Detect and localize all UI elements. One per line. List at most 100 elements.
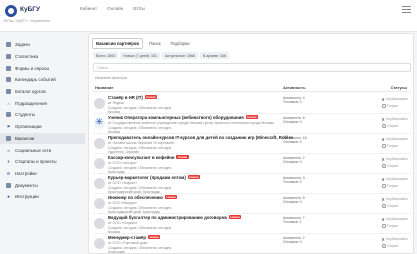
company-name[interactable]: ит ООО «Торговый дом» (108, 241, 148, 245)
vacancy-dates: Создано: сегодня, Обновлено: сегодня (108, 125, 172, 130)
status-open[interactable]: Открыт (382, 183, 408, 190)
sidebar-item-catalog[interactable]: Каталог курсов (0, 86, 85, 98)
company-name[interactable]: ит Онлайн-школа Skysmart «Стартовый» (108, 141, 175, 145)
table-row[interactable]: Преподаватель онлайн-курсов IT-курсов дл… (93, 134, 411, 154)
vacancy-title[interactable]: Ученик Оператора компьютерных (вебинатно… (108, 115, 258, 120)
university-logo-icon[interactable] (5, 5, 17, 17)
table-row[interactable]: Менеджер-стажёр Новая ит ООО «Торговый дом… (93, 234, 411, 254)
sidebar-item-organizations[interactable]: ⚑ Организации (0, 121, 85, 133)
sidebar-item-stats[interactable]: Статистика (0, 51, 85, 63)
chip-archive[interactable]: В архиве: 346 (199, 52, 229, 59)
students-icon (6, 112, 11, 118)
vacancy-title[interactable]: Ведущий бухгалтер по администрированию д… (108, 215, 242, 220)
sidebar-item-documents[interactable]: Документы (0, 179, 85, 191)
activity-cell: Активность: 3 Откликов: 0 (283, 176, 305, 185)
status-cell: Опубликовано Открыт (382, 116, 408, 129)
app-header: КуБГУ Кабинет Онлайн ВУЗы ВУЗы › КуБГУ ›… (0, 0, 417, 32)
column-header-title[interactable]: Название (95, 85, 113, 90)
settings-icon: ⚙ (6, 170, 11, 176)
breadcrumb[interactable]: ВУЗы › КуБГУ › Управление (4, 19, 50, 23)
sidebar-item-instructions[interactable]: ★ Инструкции (0, 191, 85, 203)
sidebar: Задачи Статистика Формы и опросы Календа… (0, 33, 85, 254)
table-row[interactable]: Стажёр в HR (IT) Новая ит Яндекс Создано: с… (93, 94, 411, 114)
vacancies-panel: Вакансии партнёров Поиск Подборки Всего:… (88, 33, 414, 254)
company-name[interactable]: ит Яндекс (108, 101, 124, 105)
company-logo-icon (94, 218, 105, 229)
status-open[interactable]: Открыт (382, 243, 408, 250)
status-open[interactable]: Открыт (382, 123, 408, 130)
sidebar-item-departments[interactable]: ⌂ Подразделения (0, 97, 85, 109)
chip-actual[interactable]: Актуальные: 1568 (161, 52, 198, 59)
status-open[interactable]: Открыт (382, 223, 408, 230)
menu-icon[interactable] (402, 6, 411, 14)
tab-partner-vacancies[interactable]: Вакансии партнёров (92, 38, 143, 49)
sidebar-item-social[interactable]: ∞ Социальные сети (0, 144, 85, 156)
sidebar-item-vacancies[interactable]: Вакансии (0, 132, 85, 145)
vacancy-dates: Создано: сегодня, Обновлено: сегодня (108, 185, 172, 190)
sidebar-item-settings[interactable]: ⚙ Настройки (0, 168, 85, 180)
vacancy-title[interactable]: Курьер-маркетолог (продажи оптом) Новая (108, 175, 201, 180)
status-cell: Опубликовано Открыт (382, 196, 408, 209)
column-header-statuses[interactable]: Статусы (391, 85, 407, 90)
status-open[interactable]: Открыт (382, 103, 408, 110)
company-name[interactable]: ит ООО «Альфа» (108, 161, 137, 165)
new-badge: Новая (245, 115, 258, 119)
status-published-icon (382, 97, 384, 101)
sidebar-item-forms[interactable]: Формы и опросы (0, 62, 85, 74)
status-cell: Опубликовано Открыт (382, 236, 408, 249)
change-filters-link[interactable]: Изменить фильтры (95, 76, 127, 80)
table-header: Название Активность Статусы (93, 84, 411, 92)
status-cell: Опубликовано Открыт (382, 216, 408, 229)
company-name[interactable]: ит ООО «Сервис» (108, 221, 138, 225)
company-name[interactable]: ит ООО «Маркет» (108, 181, 137, 185)
catalog-icon (6, 89, 11, 95)
table-row[interactable]: Ведущий бухгалтер по администрированию д… (93, 214, 411, 234)
status-published-icon (382, 157, 384, 161)
vacancy-title[interactable]: Инженер по обеспечению Новая (108, 195, 178, 200)
status-open[interactable]: Открыт (382, 203, 408, 210)
activity-cell: Активность: 2 Откликов: 0 (283, 156, 305, 165)
brand-name[interactable]: КуБГУ (20, 6, 40, 13)
company-name[interactable]: ит Государственное казённое учреждение г… (108, 121, 274, 125)
nav-online[interactable]: Онлайн (107, 6, 123, 11)
status-open-icon (382, 244, 386, 248)
sidebar-item-startups[interactable]: ✈ Стартапы и проекты (0, 156, 85, 168)
tab-bar: Вакансии партнёров Поиск Подборки (92, 38, 193, 49)
vacancy-list: Стажёр в HR (IT) Новая ит Яндекс Создано: с… (93, 94, 411, 254)
status-open-icon (382, 184, 386, 188)
table-row[interactable]: Ученик Оператора компьютерных (вебинатно… (93, 114, 411, 134)
vacancy-title[interactable]: Кассир-консультант в кофейни Новая (108, 155, 189, 160)
status-cell: Опубликовано Открыт (382, 156, 408, 169)
chip-total[interactable]: Всего: 2893 (93, 52, 119, 59)
search-input[interactable]: Поиск (93, 63, 411, 72)
company-name[interactable]: ит НПО «Кворум» (108, 201, 137, 205)
social-icon: ∞ (7, 147, 10, 153)
nav-cabinet[interactable]: Кабинет (80, 6, 97, 11)
vacancy-title[interactable]: Преподаватель онлайн-курсов IT-курсов дл… (108, 135, 293, 140)
nav-universities[interactable]: ВУЗы (133, 6, 145, 11)
stats-icon (6, 54, 11, 60)
column-header-activity[interactable]: Активность (283, 85, 306, 90)
sidebar-item-students[interactable]: Студенты (0, 109, 85, 121)
status-open[interactable]: Открыт (382, 163, 408, 170)
new-badge: Новая (187, 175, 201, 179)
stats-chips: Всего: 2893 Новые (7 дней): 151 Актуальн… (93, 52, 229, 59)
chip-new[interactable]: Новые (7 дней): 151 (120, 52, 160, 59)
table-row[interactable]: Курьер-маркетолог (продажи оптом) Новая ит… (93, 174, 411, 194)
table-row[interactable]: Кассир-консультант в кофейни Новая ит ООО … (93, 154, 411, 174)
company-logo-icon (94, 117, 105, 129)
sidebar-item-tasks[interactable]: Задачи (0, 39, 85, 51)
table-row[interactable]: Инженер по обеспечению Новая ит НПО «Квору… (93, 194, 411, 214)
status-open[interactable]: Открыт (382, 143, 408, 150)
vacancy-title[interactable]: Стажёр в HR (IT) Новая (108, 95, 158, 100)
tab-collections[interactable]: Подборки (167, 38, 194, 49)
vacancy-location: Краснодар (108, 250, 126, 254)
company-logo-icon (94, 98, 105, 109)
tab-search[interactable]: Поиск (145, 38, 165, 49)
sidebar-item-calendar[interactable]: Календарь событий (0, 74, 85, 86)
vacancy-dates: Создано: сегодня, Обновлено: сегодня (108, 165, 172, 170)
vacancy-title[interactable]: Менеджер-стажёр Новая (108, 235, 161, 240)
new-badge: Новая (144, 95, 158, 99)
vacancy-dates: Создано: сегодня, Обновлено: сегодня (108, 245, 172, 250)
company-logo-icon (94, 158, 105, 169)
